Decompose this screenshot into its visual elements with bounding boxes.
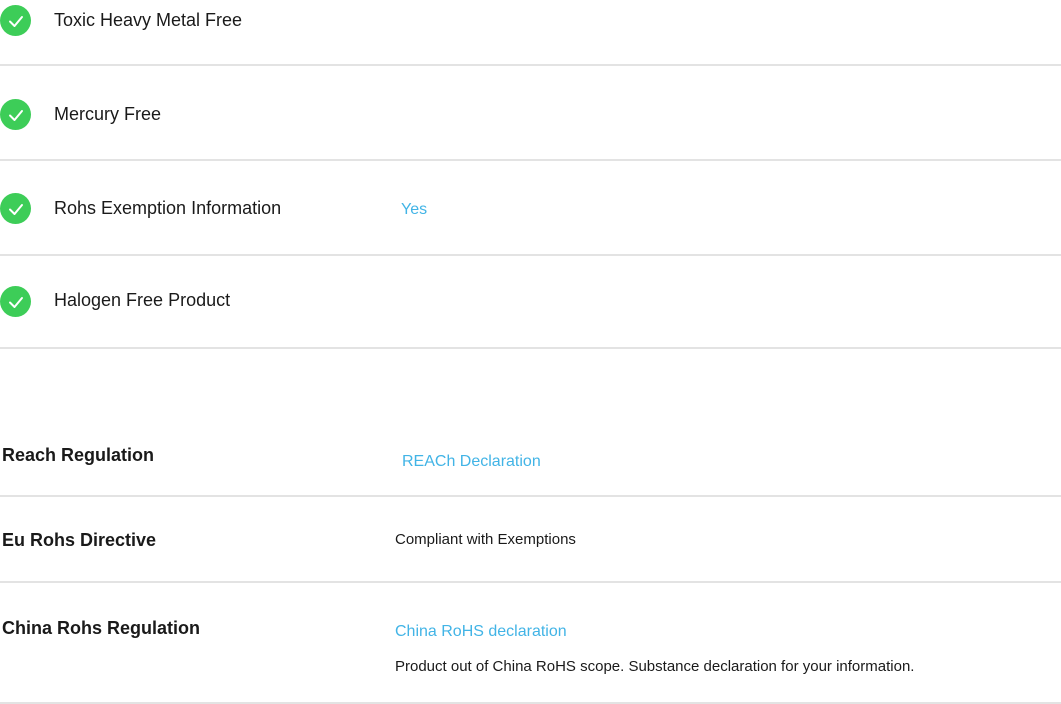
reach-regulation-label: Reach Regulation — [2, 445, 155, 465]
feature-label: Toxic Heavy Metal Free — [54, 10, 243, 30]
eu-rohs-directive-row: Eu Rohs Directive Compliant with Exempti… — [0, 497, 1061, 583]
check-circle-icon — [0, 5, 31, 36]
china-rohs-declaration-link[interactable]: China RoHS declaration — [395, 623, 567, 641]
eu-rohs-directive-label: Eu Rohs Directive — [2, 530, 157, 550]
check-circle-icon — [0, 193, 31, 224]
feature-row-mercury-free: Mercury Free — [0, 67, 1061, 161]
china-rohs-regulation-label: China Rohs Regulation — [2, 618, 200, 638]
feature-label: Rohs Exemption Information — [54, 198, 282, 218]
rohs-exemption-yes-link[interactable]: Yes — [401, 201, 427, 219]
feature-row-halogen-free: Halogen Free Product — [0, 255, 1061, 349]
check-circle-icon — [0, 286, 31, 317]
eu-rohs-status: Compliant with Exemptions — [395, 531, 576, 548]
feature-label: Mercury Free — [54, 104, 162, 124]
china-rohs-note: Product out of China RoHS scope. Substan… — [395, 658, 915, 675]
reach-regulation-row: Reach Regulation REACh Declaration — [0, 400, 1061, 497]
china-rohs-regulation-row: China Rohs Regulation China RoHS declara… — [0, 583, 1061, 704]
feature-row-rohs-exemption: Rohs Exemption Information Yes — [0, 162, 1061, 256]
reach-declaration-link[interactable]: REACh Declaration — [402, 453, 541, 471]
check-circle-icon — [0, 99, 31, 130]
feature-label: Halogen Free Product — [54, 290, 231, 310]
feature-row-toxic-heavy-metal: Toxic Heavy Metal Free — [0, 0, 1061, 66]
